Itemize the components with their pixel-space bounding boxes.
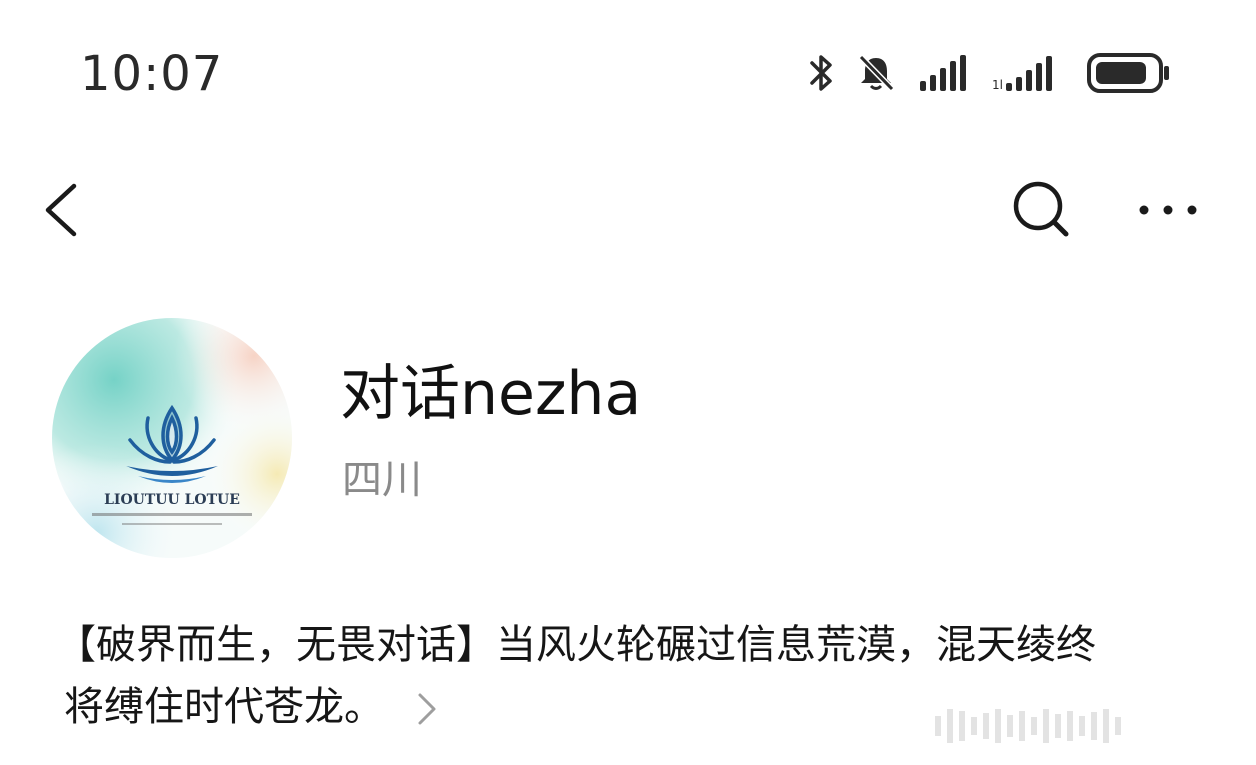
- bio-line-1: 【破界而生，无畏对话】当风火轮碾过信息荒漠，混天绫终: [56, 622, 1096, 668]
- bio-line-2-text: 将缚住时代苍龙。: [64, 684, 384, 730]
- profile-page: 10:07 1l LIOUTUU LOTUE 对话nezha 四川 【破界而生，…: [0, 0, 1256, 765]
- signal-icon-2: 1l: [992, 53, 1064, 93]
- svg-text:1l: 1l: [992, 78, 1003, 92]
- battery-icon: [1086, 51, 1172, 95]
- chevron-left-icon: [45, 183, 77, 237]
- scroll-indicator: [935, 706, 1235, 746]
- profile-name: 对话nezha: [340, 359, 642, 429]
- profile-location: 四川: [342, 457, 422, 503]
- avatar[interactable]: LIOUTUU LOTUE: [52, 318, 292, 558]
- bluetooth-icon: [808, 51, 834, 95]
- status-icons: 1l: [808, 48, 1172, 98]
- bell-muted-icon: [856, 53, 896, 93]
- search-button[interactable]: [1008, 178, 1072, 242]
- signal-icon: [918, 53, 970, 93]
- search-icon: [1013, 181, 1069, 237]
- lotus-logo: LIOUTUU LOTUE: [52, 318, 292, 558]
- more-horizontal-icon: [1139, 205, 1197, 215]
- status-time: 10:07: [80, 46, 224, 102]
- chevron-right-icon: [418, 693, 436, 725]
- back-button[interactable]: [38, 178, 86, 242]
- more-button[interactable]: [1132, 190, 1204, 230]
- logo-title: LIOUTUU LOTUE: [104, 492, 240, 508]
